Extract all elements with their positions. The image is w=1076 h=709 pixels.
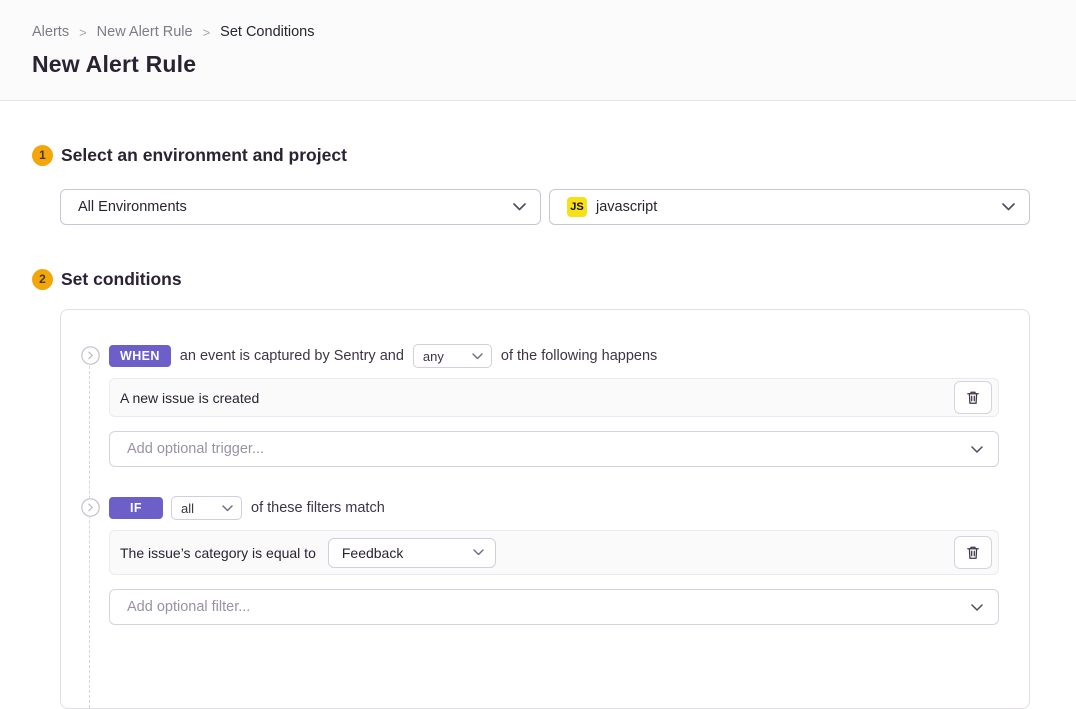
delete-trigger-button[interactable] [954, 381, 992, 414]
section-environment-heading: 1 Select an environment and project [32, 143, 1030, 167]
trigger-condition-label: A new issue is created [120, 390, 259, 406]
environment-select[interactable]: All Environments [60, 189, 541, 225]
when-text-after: of the following happens [501, 348, 657, 364]
chevron-down-icon [971, 604, 983, 611]
chevron-down-icon [971, 446, 983, 453]
section-environment-title: Select an environment and project [61, 145, 347, 166]
collapse-chevron-icon[interactable] [81, 498, 100, 517]
trash-icon [966, 390, 980, 405]
chevron-down-icon [1002, 203, 1015, 211]
if-match-value: all [181, 501, 194, 516]
conditions-card: WHEN an event is captured by Sentry and … [60, 309, 1030, 709]
step-number-badge: 2 [32, 269, 53, 290]
page-header: Alerts > New Alert Rule > Set Conditions… [0, 0, 1076, 101]
when-match-value: any [423, 349, 444, 364]
when-step: WHEN an event is captured by Sentry and … [109, 344, 999, 467]
project-select[interactable]: JS javascript [549, 189, 1030, 225]
breadcrumb-alerts[interactable]: Alerts [32, 24, 69, 40]
section-conditions-heading: 2 Set conditions [32, 267, 1030, 291]
section-conditions-title: Set conditions [61, 269, 182, 290]
step-connector-line [89, 356, 90, 708]
when-step-header: WHEN an event is captured by Sentry and … [109, 344, 999, 368]
breadcrumb-new-alert-rule[interactable]: New Alert Rule [97, 24, 193, 40]
if-step-header: IF all of these filters match [109, 496, 999, 520]
if-step: IF all of these filters match The issue’… [109, 496, 999, 625]
add-trigger-placeholder: Add optional trigger... [127, 441, 264, 457]
trigger-condition-row: A new issue is created [109, 378, 999, 417]
delete-filter-button[interactable] [954, 536, 992, 569]
filter-category-value: Feedback [342, 545, 403, 561]
javascript-platform-icon: JS [567, 197, 587, 217]
project-select-value: javascript [596, 199, 1002, 215]
filter-condition-row: The issue’s category is equal to Feedbac… [109, 530, 999, 575]
add-filter-placeholder: Add optional filter... [127, 599, 250, 615]
if-match-select[interactable]: all [171, 496, 242, 520]
chevron-down-icon [473, 549, 484, 556]
when-badge: WHEN [109, 345, 171, 367]
breadcrumb-set-conditions: Set Conditions [220, 24, 314, 40]
breadcrumb-separator-icon: > [79, 25, 87, 40]
main-content: 1 Select an environment and project All … [0, 143, 1076, 709]
filter-category-select[interactable]: Feedback [328, 538, 496, 568]
breadcrumb-separator-icon: > [203, 25, 211, 40]
add-optional-trigger-select[interactable]: Add optional trigger... [109, 431, 999, 467]
environment-project-row: All Environments JS javascript [60, 189, 1030, 225]
collapse-chevron-icon[interactable] [81, 346, 100, 365]
chevron-down-icon [513, 203, 526, 211]
if-text-after: of these filters match [251, 500, 385, 516]
filter-condition-label: The issue’s category is equal to [120, 545, 316, 561]
when-text-before: an event is captured by Sentry and [180, 348, 404, 364]
trash-icon [966, 545, 980, 560]
page-title: New Alert Rule [32, 51, 1044, 78]
add-optional-filter-select[interactable]: Add optional filter... [109, 589, 999, 625]
breadcrumb: Alerts > New Alert Rule > Set Conditions [32, 24, 1044, 40]
when-match-select[interactable]: any [413, 344, 492, 368]
if-badge: IF [109, 497, 163, 519]
environment-select-value: All Environments [78, 199, 513, 215]
chevron-down-icon [472, 353, 483, 360]
step-number-badge: 1 [32, 145, 53, 166]
chevron-down-icon [222, 505, 233, 512]
